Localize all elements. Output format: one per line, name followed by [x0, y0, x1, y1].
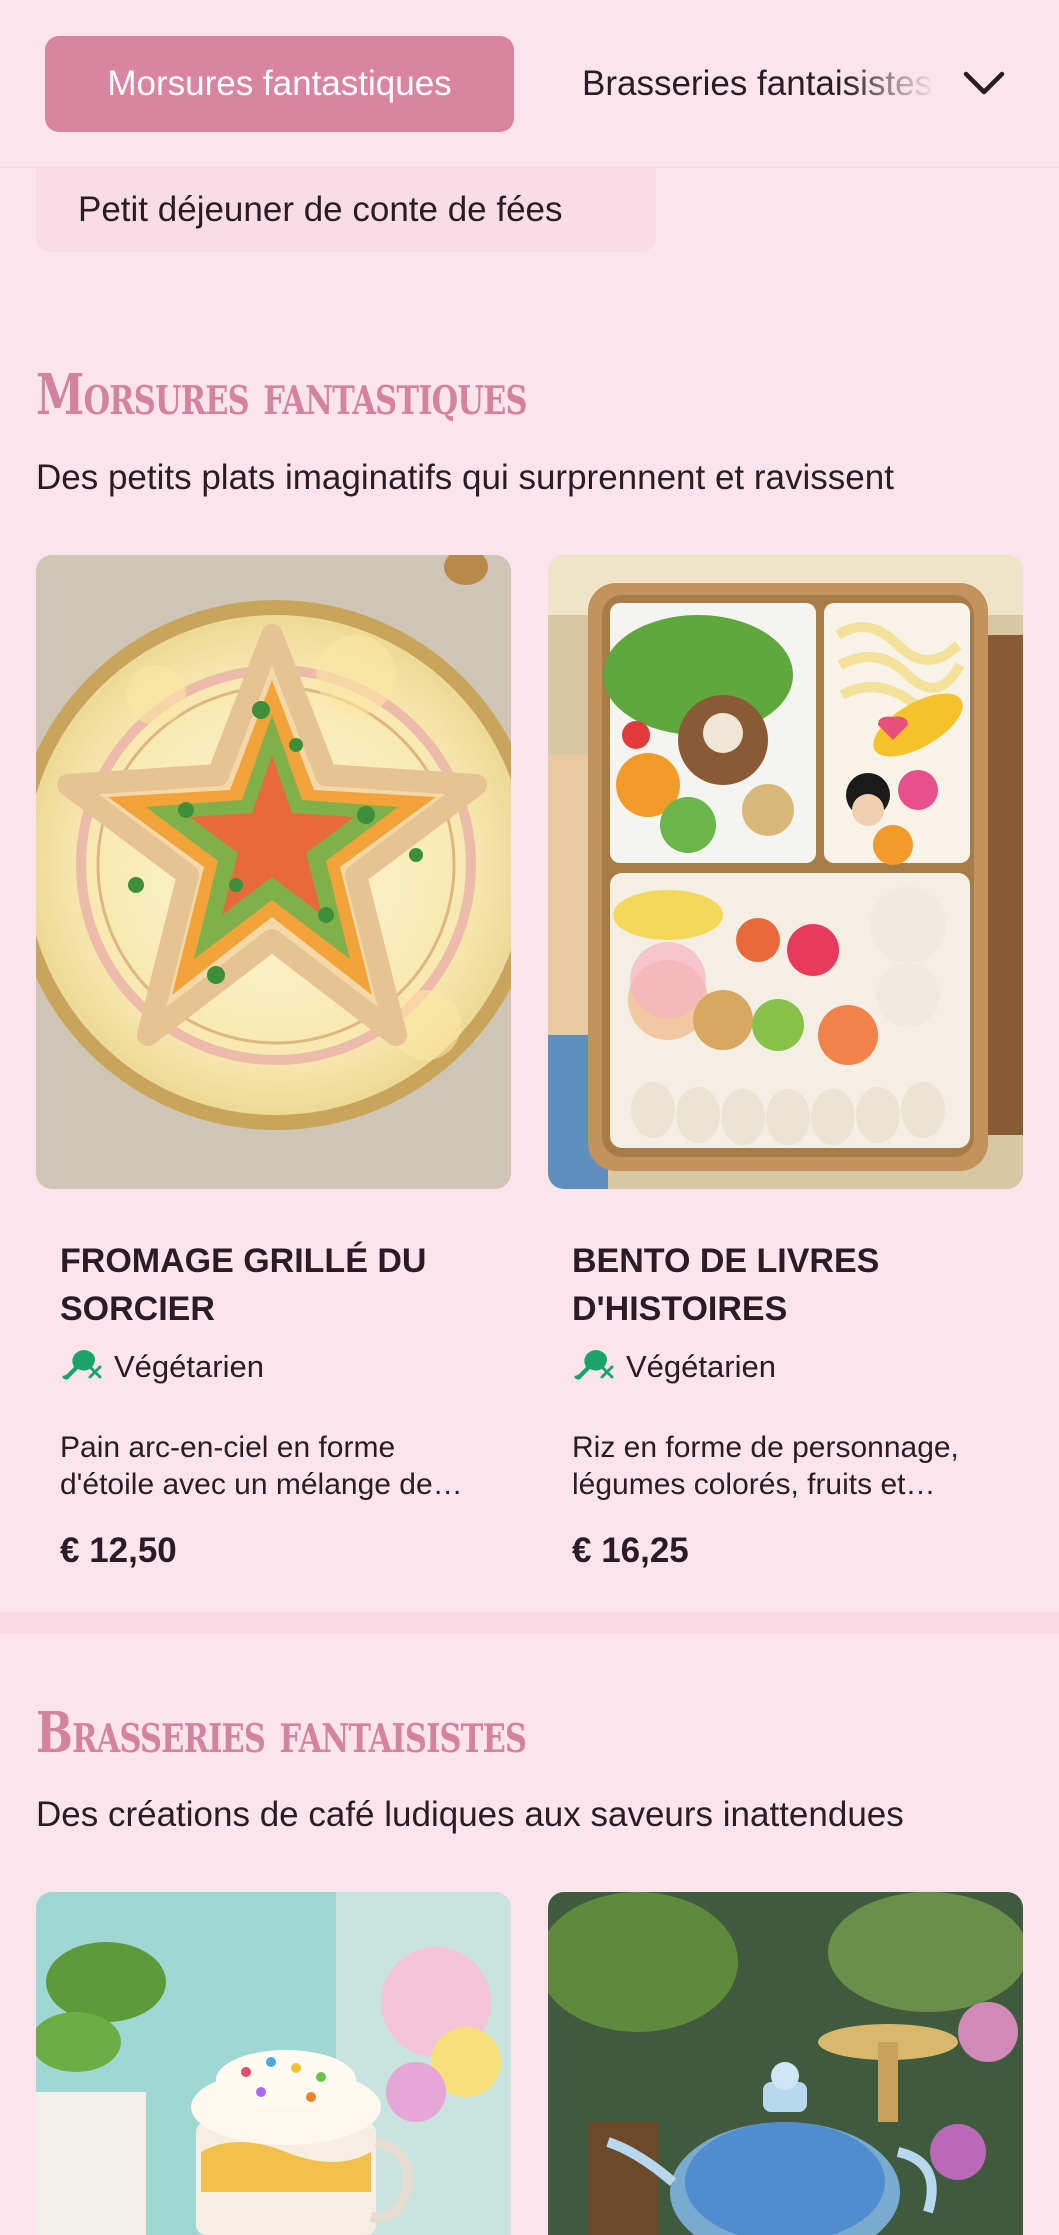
diet-tag: Végétarien [572, 1345, 992, 1389]
vegetarian-drumstick-icon [60, 1345, 102, 1389]
whipped-latte-photo[interactable] [36, 1892, 511, 2235]
section-subtitle: Des créations de café ludiques aux saveu… [36, 1795, 904, 1834]
tab-brasseries-fantaisistes[interactable]: Brasseries fantaisistes [582, 36, 952, 132]
star-sandwich-photo[interactable] [36, 555, 511, 1189]
section-subtitle: Des petits plats imaginatifs qui surpren… [36, 458, 894, 497]
item-price: € 16,25 [572, 1531, 689, 1570]
menu-item-card[interactable]: Fromage grillé du sorcier Végétarien Pai… [60, 1237, 480, 1571]
diet-label: Végétarien [114, 1349, 264, 1384]
chevron-down-icon[interactable] [958, 58, 1010, 110]
tab-morsures-fantastiques[interactable]: Morsures fantastiques [45, 36, 514, 132]
item-description: Pain arc-en-ciel en forme d'étoile avec … [60, 1431, 433, 1501]
diet-tag: Végétarien [60, 1345, 480, 1389]
section-title: Brasseries fantaisistes [36, 1700, 527, 1766]
item-description: Riz en forme de personnage, légumes colo… [572, 1431, 959, 1501]
diet-label: Végétarien [626, 1349, 776, 1384]
item-name: Bento de livres d'histoires [572, 1242, 880, 1328]
category-nav: Morsures fantastiques Brasseries fantais… [0, 0, 1059, 168]
tab-petit-dejeuner[interactable]: Petit déjeuner de conte de fées [36, 168, 656, 252]
character-bento-photo[interactable] [548, 555, 1023, 1189]
vegetarian-drumstick-icon [572, 1345, 614, 1389]
item-name: Fromage grillé du sorcier [60, 1242, 427, 1328]
menu-item-card[interactable]: Bento de livres d'histoires Végétarien R… [572, 1237, 992, 1571]
fairy-teapot-photo[interactable] [548, 1892, 1023, 2235]
item-price: € 12,50 [60, 1531, 177, 1570]
section-divider [0, 1612, 1059, 1634]
section-title: Morsures fantastiques [36, 362, 527, 428]
